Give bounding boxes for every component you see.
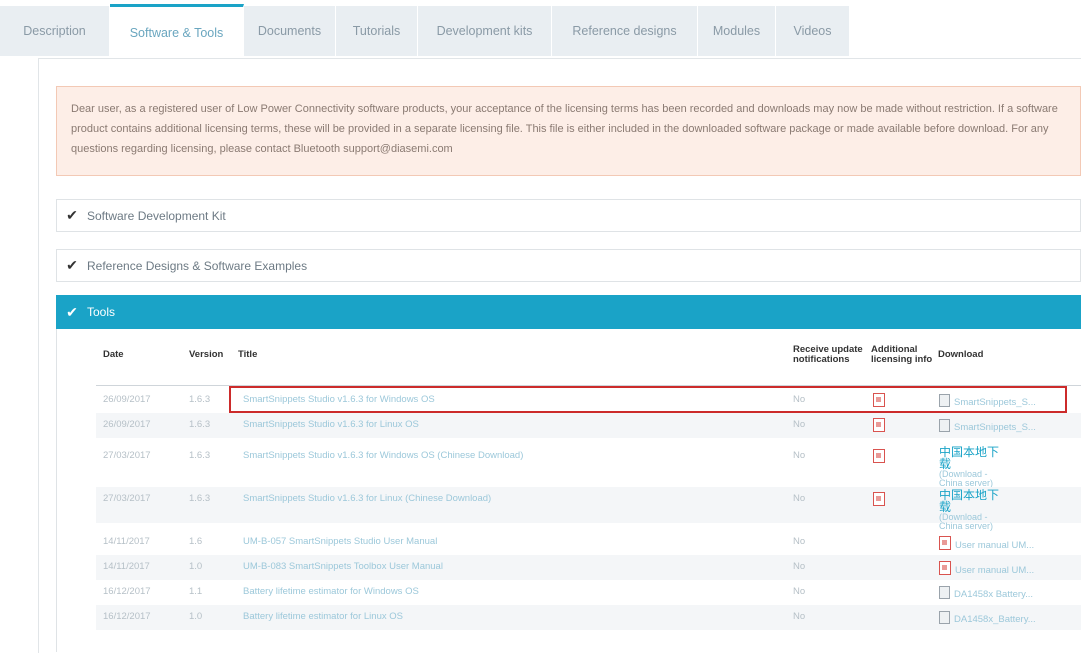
header-title: Title [238, 349, 258, 360]
cell-title-link[interactable]: UM-B-083 SmartSnippets Toolbox User Manu… [243, 561, 443, 572]
cell-date: 16/12/2017 [103, 586, 151, 597]
cell-version: 1.0 [189, 611, 203, 622]
china-download-label: 中国本地下载 [939, 489, 1000, 514]
table-row: 26/09/2017 1.6.3 SmartSnippets Studio v1… [96, 413, 1081, 438]
tab-modules[interactable]: Modules [698, 6, 776, 56]
table-row: 16/12/2017 1.1 Battery lifetime estimato… [96, 580, 1081, 605]
tab-software-tools[interactable]: Software & Tools [110, 4, 244, 58]
cell-title-link[interactable]: SmartSnippets Studio v1.6.3 for Windows … [243, 450, 523, 461]
zip-icon [939, 611, 950, 624]
tab-documents[interactable]: Documents [244, 6, 336, 56]
tab-list: Description Software & Tools Documents T… [0, 0, 850, 58]
checkmark-icon: ✔ [66, 303, 78, 320]
zip-icon [939, 394, 950, 407]
cell-date: 27/03/2017 [103, 493, 151, 504]
table-row: 14/11/2017 1.0 UM-B-083 SmartSnippets To… [96, 555, 1081, 580]
table-row: 27/03/2017 1.6.3 SmartSnippets Studio v1… [96, 444, 1081, 488]
pdf-icon[interactable] [873, 492, 885, 509]
header-date: Date [103, 349, 124, 360]
download-link[interactable]: User manual UM... [939, 561, 1034, 576]
download-link[interactable]: User manual UM... [939, 536, 1034, 551]
pdf-icon[interactable] [873, 449, 885, 466]
header-additional-licensing: Additional licensing info [871, 344, 933, 365]
cell-title-link[interactable]: UM-B-057 SmartSnippets Studio User Manua… [243, 536, 437, 547]
header-version: Version [189, 349, 224, 360]
cell-date: 14/11/2017 [103, 536, 150, 547]
cell-version: 1.6 [189, 536, 203, 547]
header-download: Download [938, 349, 984, 360]
cell-notify: No [793, 586, 806, 597]
pdf-icon [939, 561, 951, 575]
cell-version: 1.0 [189, 561, 203, 572]
cell-version: 1.6.3 [189, 394, 211, 405]
pdf-icon [939, 536, 951, 550]
cell-title-link[interactable]: SmartSnippets Studio v1.6.3 for Linux (C… [243, 493, 491, 504]
tab-development-kits[interactable]: Development kits [418, 6, 552, 56]
cell-date: 26/09/2017 [103, 419, 151, 430]
download-link[interactable]: DA1458x_Battery... [939, 611, 1036, 625]
cell-title-link[interactable]: SmartSnippets Studio v1.6.3 for Windows … [243, 394, 435, 405]
download-link[interactable]: SmartSnippets_S... [939, 419, 1036, 433]
cell-title-link[interactable]: SmartSnippets Studio v1.6.3 for Linux OS [243, 419, 419, 430]
cell-notify: No [793, 394, 806, 405]
table-header: Date Version Title Receive update notifi… [0, 344, 1081, 382]
download-link[interactable]: DA1458x Battery... [939, 586, 1033, 600]
cell-notify: No [793, 419, 806, 430]
zip-icon [939, 419, 950, 432]
licensing-notice: Dear user, as a registered user of Low P… [56, 86, 1081, 176]
tab-description[interactable]: Description [0, 6, 110, 56]
pdf-icon[interactable] [873, 418, 885, 435]
tab-reference-designs[interactable]: Reference designs [552, 6, 698, 56]
cell-date: 27/03/2017 [103, 450, 151, 461]
cell-notify: No [793, 536, 806, 547]
table-row: 14/11/2017 1.6 UM-B-057 SmartSnippets St… [96, 530, 1081, 555]
cell-date: 14/11/2017 [103, 561, 150, 572]
cell-title-link[interactable]: Battery lifetime estimator for Linux OS [243, 611, 403, 622]
section-label: Tools [87, 305, 116, 319]
cell-notify: No [793, 493, 806, 504]
cell-title-link[interactable]: Battery lifetime estimator for Windows O… [243, 586, 419, 597]
china-download-label: 中国本地下载 [939, 446, 1000, 471]
table-row: 26/09/2017 1.6.3 SmartSnippets Studio v1… [96, 388, 1081, 413]
cell-date: 16/12/2017 [103, 611, 151, 622]
tab-videos[interactable]: Videos [776, 6, 850, 56]
pdf-icon[interactable] [873, 393, 885, 410]
download-link-china[interactable]: 中国本地下载 (Download - China server) [939, 489, 1009, 531]
download-link-china[interactable]: 中国本地下载 (Download - China server) [939, 446, 1009, 488]
table-row: 16/12/2017 1.0 Battery lifetime estimato… [96, 605, 1081, 630]
tab-tutorials[interactable]: Tutorials [336, 6, 418, 56]
cell-notify: No [793, 450, 806, 461]
tab-bar: Description Software & Tools Documents T… [0, 0, 1081, 58]
download-link[interactable]: SmartSnippets_S... [939, 394, 1036, 408]
table-row: 27/03/2017 1.6.3 SmartSnippets Studio v1… [96, 487, 1081, 531]
checkmark-icon: ✔ [66, 257, 78, 273]
header-divider [96, 385, 1081, 386]
section-label: Software Development Kit [87, 208, 226, 223]
checkmark-icon: ✔ [66, 207, 78, 223]
header-receive-updates: Receive update notifications [793, 344, 863, 365]
cell-notify: No [793, 561, 806, 572]
cell-version: 1.1 [189, 586, 203, 597]
cell-date: 26/09/2017 [103, 394, 151, 405]
section-software-development-kit[interactable]: ✔ Software Development Kit [56, 199, 1081, 232]
china-download-sub: (Download - China server) [939, 512, 994, 531]
section-label: Reference Designs & Software Examples [87, 258, 308, 273]
section-tools[interactable]: ✔ Tools [56, 295, 1081, 329]
cell-version: 1.6.3 [189, 450, 211, 461]
section-reference-designs[interactable]: ✔ Reference Designs & Software Examples [56, 249, 1081, 282]
cell-version: 1.6.3 [189, 493, 211, 504]
china-download-sub: (Download - China server) [939, 469, 994, 488]
cell-version: 1.6.3 [189, 419, 211, 430]
cell-notify: No [793, 611, 806, 622]
zip-icon [939, 586, 950, 599]
